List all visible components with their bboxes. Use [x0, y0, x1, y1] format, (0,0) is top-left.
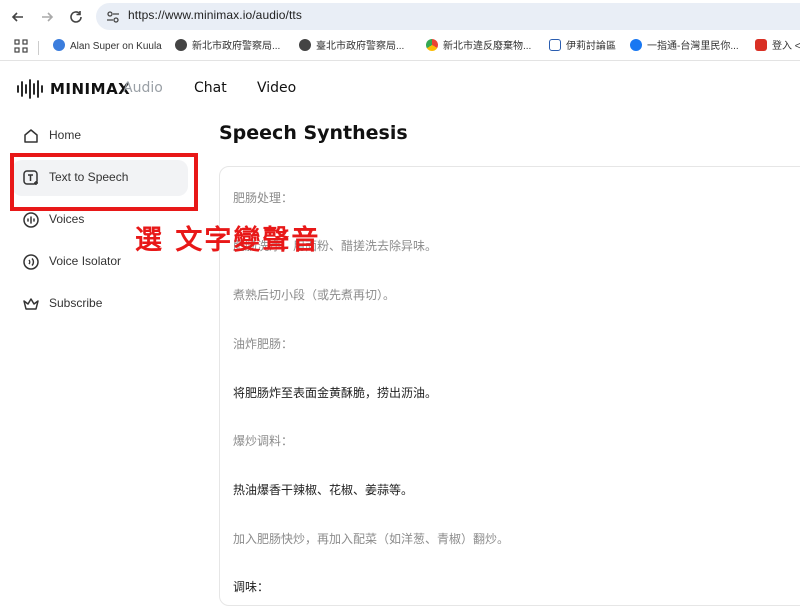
sidebar-item-home[interactable]: Home [12, 118, 188, 154]
url-text[interactable]: https://www.minimax.io/audio/tts [128, 8, 302, 22]
reload-icon[interactable] [67, 8, 85, 26]
sidebar-item-subscribe[interactable]: Subscribe [12, 286, 188, 322]
chrome-icon [426, 39, 438, 51]
bookmark-label: 登入 < [772, 41, 800, 52]
annotation-highlight-box [10, 153, 198, 211]
home-icon [22, 127, 40, 145]
bookmark-kuula[interactable]: Alan Super on Kuula [53, 39, 162, 55]
text-line: 油炸肥肠： [233, 337, 294, 351]
text-line: 煮熟后切小段（或先煮再切）。 [233, 288, 396, 302]
text-line: 爆炒调料： [233, 434, 294, 448]
text-line: 肥肠处理： [233, 191, 294, 205]
page-title: Speech Synthesis [219, 122, 408, 144]
sidebar-item-label: Voice Isolator [49, 254, 122, 268]
bookmark-label: 一指通-台灣里民你... [647, 41, 739, 52]
crown-icon [22, 295, 40, 313]
browser-toolbar: https://www.minimax.io/audio/tts [0, 0, 800, 33]
police-icon [299, 39, 311, 51]
police-icon [175, 39, 187, 51]
facebook-icon [630, 39, 642, 51]
bookmark-facebook[interactable]: 一指通-台灣里民你... [630, 39, 739, 55]
brand-name[interactable]: MINIMAX [50, 80, 130, 98]
text-line: 热油爆香干辣椒、花椒、姜蒜等。 [233, 483, 414, 497]
text-line: 加入肥肠快炒，再加入配菜（如洋葱、青椒）翻炒。 [233, 532, 510, 546]
tab-video[interactable]: Video [257, 80, 296, 96]
bookmark-police-taipei[interactable]: 臺北市政府警察局... [299, 39, 404, 55]
back-arrow-icon[interactable] [9, 8, 27, 26]
kuula-icon [53, 39, 65, 51]
sidebar-item-label: Voices [49, 212, 85, 226]
bookmark-login[interactable]: 登入 < [755, 39, 800, 55]
sidebar-item-label: Subscribe [49, 296, 103, 310]
bookmark-waste-report[interactable]: 新北市違反廢棄物... [426, 39, 531, 55]
bookmark-label: Alan Super on Kuula [70, 41, 162, 52]
apps-grid-icon[interactable] [14, 39, 28, 55]
text-line: 将肥肠炸至表面金黄酥脆，捞出沥油。 [233, 386, 438, 400]
tab-chat[interactable]: Chat [194, 80, 227, 96]
bookmark-label: 伊莉討論區 [566, 41, 616, 52]
voice-isolator-icon [22, 253, 40, 271]
tab-audio[interactable]: Audio [123, 80, 163, 96]
forum-icon [549, 39, 561, 51]
bookmarks-bar: Alan Super on Kuula 新北市政府警察局... 臺北市政府警察局… [0, 33, 800, 61]
sidebar-item-label: Home [49, 128, 82, 142]
login-icon [755, 39, 767, 51]
bookmark-label: 新北市政府警察局... [192, 41, 281, 52]
bookmark-police-new-taipei[interactable]: 新北市政府警察局... [175, 39, 280, 55]
bookmark-label: 新北市違反廢棄物... [443, 41, 532, 52]
forward-arrow-icon[interactable] [38, 8, 56, 26]
voices-icon [22, 211, 40, 229]
bookmarks-divider [38, 41, 39, 55]
bookmark-forum[interactable]: 伊莉討論區 [549, 39, 616, 55]
bookmark-label: 臺北市政府警察局... [316, 41, 405, 52]
minimax-logo-icon[interactable] [16, 78, 46, 100]
text-line: 调味： [233, 580, 270, 594]
site-settings-icon[interactable] [104, 8, 122, 26]
annotation-text: 選 文字變聲音 [135, 225, 321, 256]
